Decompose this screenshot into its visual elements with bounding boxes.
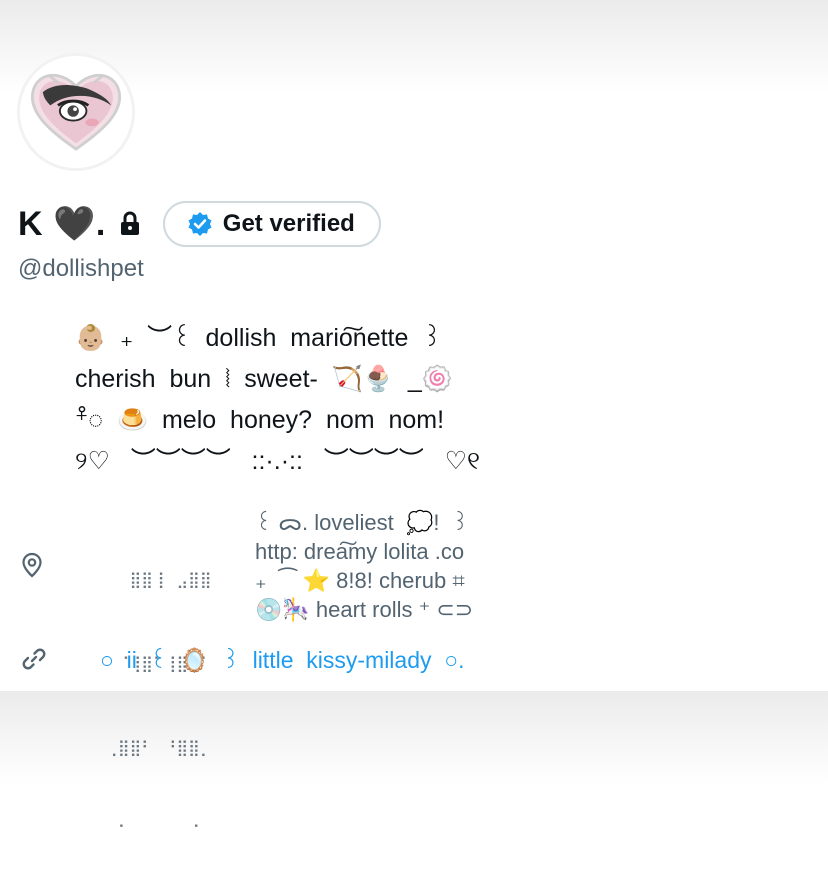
profile-location: ꒰ ᯅ. loveliest 💭! ꒱ http: drea͠my lolita… — [255, 508, 515, 624]
verified-badge-icon — [187, 211, 213, 237]
profile-handle: @dollishpet — [18, 255, 144, 282]
location-line: http: drea͠my lolita .co — [255, 539, 465, 564]
profile-name-row: K 🖤. Get verified — [18, 198, 381, 250]
location-line: ₊ ⁀ ⭐ 8!8! cherub ⌗ — [255, 568, 465, 593]
profile-website-link[interactable]: ○ ii ꒰ 🪞 ꒱ little kissy-milady ○. — [100, 645, 465, 675]
location-pin-icon — [21, 552, 43, 578]
display-name: K 🖤. — [18, 205, 106, 243]
get-verified-button[interactable]: Get verified — [162, 201, 381, 247]
profile-avatar[interactable] — [17, 53, 135, 171]
link-icon — [21, 646, 47, 672]
avatar-heart-image — [20, 56, 132, 168]
bio-line: 👶🏼 ₊ ︶꒰ dollish mario͠nette ꒱ — [75, 324, 442, 352]
bio-line: ⁺̊◌ 🍮 melo honey? nom nom! — [75, 406, 445, 434]
braille-art-line: ⠀⠀⣿⣿⢸⠀⣠⣿⣿ — [106, 570, 212, 589]
location-line: 💿🎠 heart rolls ⁺ ⊂⊃ — [255, 597, 474, 622]
profile-bio: 👶🏼 ₊ ︶꒰ dollish mario͠nette ꒱ cherish bu… — [75, 318, 545, 482]
get-verified-label: Get verified — [222, 210, 355, 237]
braille-art-line: ⠀⠁⠀⠀⠀⠀⠀⠈⠀ — [106, 822, 212, 841]
bio-line: ୨♡ ︶︶︶︶ ::·.·:: ︶︶︶︶ ♡୧ — [75, 447, 481, 475]
location-braille-art: ⠀⠀⣿⣿⢸⠀⣠⣿⣿ ⠀⠈⢸⣿⠁⢸⣿⠁⠁ ⢀⣿⣿⠃⠀⠘⣿⣿⡀ ⠀⠁⠀⠀⠀⠀⠀⠈⠀ — [106, 510, 211, 874]
braille-art-line: ⢀⣿⣿⠃⠀⠘⣿⣿⡀ — [106, 738, 212, 757]
location-line: ꒰ ᯅ. loveliest 💭! ꒱ — [255, 510, 469, 535]
lock-icon — [119, 211, 141, 237]
bio-line: cherish bun ⦚ sweet- 🏹🍨 _🍥 — [75, 365, 453, 393]
